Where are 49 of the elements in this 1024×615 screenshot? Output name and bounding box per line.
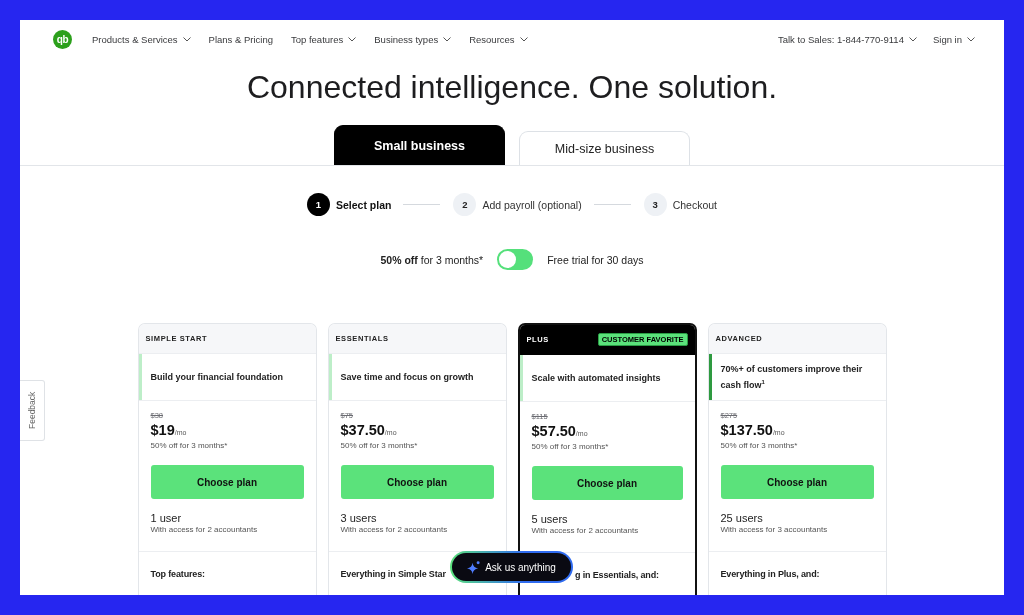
price: $37.50	[340, 422, 385, 438]
plan-tagline: Build your financial foundation	[149, 370, 284, 384]
step-number: 1	[306, 193, 330, 216]
choose-plan-button[interactable]: Choose plan	[531, 466, 683, 500]
user-count: 25 users	[720, 511, 764, 525]
step-label: Checkout	[672, 198, 717, 211]
step-number: 2	[453, 193, 477, 216]
discount-note: 50% off for 3 months*	[720, 441, 799, 451]
step-label: Select plan	[335, 198, 392, 211]
sparkle-icon	[467, 560, 481, 574]
page-heading: Connected intelligence. One solution.	[245, 69, 779, 105]
features-heading: g in Essentials, and:	[575, 569, 659, 581]
choose-plan-button[interactable]: Choose plan	[720, 465, 874, 499]
discount-note: 50% off for 3 months*	[150, 441, 229, 451]
accountant-note: With access for 2 accountants	[150, 525, 259, 535]
tab[interactable]: Small business	[334, 125, 505, 165]
price: $19	[150, 422, 175, 438]
accountant-note: With access for 2 accountants	[531, 526, 640, 536]
step-number: 3	[643, 193, 667, 216]
price: $137.50	[720, 422, 773, 438]
offer-label: 50% off for 3 months*	[380, 253, 484, 266]
choose-plan-button[interactable]: Choose plan	[150, 465, 304, 499]
nav-link[interactable]: Top features	[290, 33, 357, 45]
plan-tagline: Save time and focus on growth	[339, 370, 475, 384]
discount-note: 50% off for 3 months*	[340, 441, 419, 451]
features-heading: Everything in Simple Star	[340, 568, 446, 580]
nav-link[interactable]: Resources	[469, 33, 528, 45]
feedback-tab[interactable]: Feedback	[20, 380, 45, 441]
discount-note: 50% off for 3 months*	[531, 442, 610, 452]
tab[interactable]: Mid-size business	[519, 131, 690, 165]
choose-plan-button[interactable]: Choose plan	[340, 465, 494, 499]
step-label: Add payroll (optional)	[482, 198, 582, 211]
nav-link[interactable]: Plans & Pricing	[208, 33, 273, 45]
nav-link[interactable]: Sign in	[932, 33, 975, 45]
accountant-note: With access for 2 accountants	[340, 525, 449, 535]
nav-link[interactable]: Business types	[374, 33, 452, 45]
price: $57.50	[531, 423, 576, 439]
user-count: 5 users	[531, 512, 569, 526]
user-count: 1 user	[150, 511, 183, 525]
features-heading: Top features:	[150, 568, 205, 580]
nav-link[interactable]: Products & Services	[92, 33, 191, 45]
nav-link[interactable]: Talk to Sales: 1-844-770-9114	[777, 33, 917, 45]
trial-label: Free trial for 30 days	[547, 253, 644, 266]
plan-tagline: Scale with automated insights	[530, 371, 662, 385]
plan-tagline: 70%+ of customers improve their cash flow$^{1}$	[719, 362, 864, 392]
features-heading: Everything in Plus, and:	[720, 568, 820, 580]
toggle-switch[interactable]	[497, 249, 534, 270]
accountant-note: With access for 3 accountants	[720, 525, 829, 535]
user-count: 3 users	[340, 511, 378, 525]
